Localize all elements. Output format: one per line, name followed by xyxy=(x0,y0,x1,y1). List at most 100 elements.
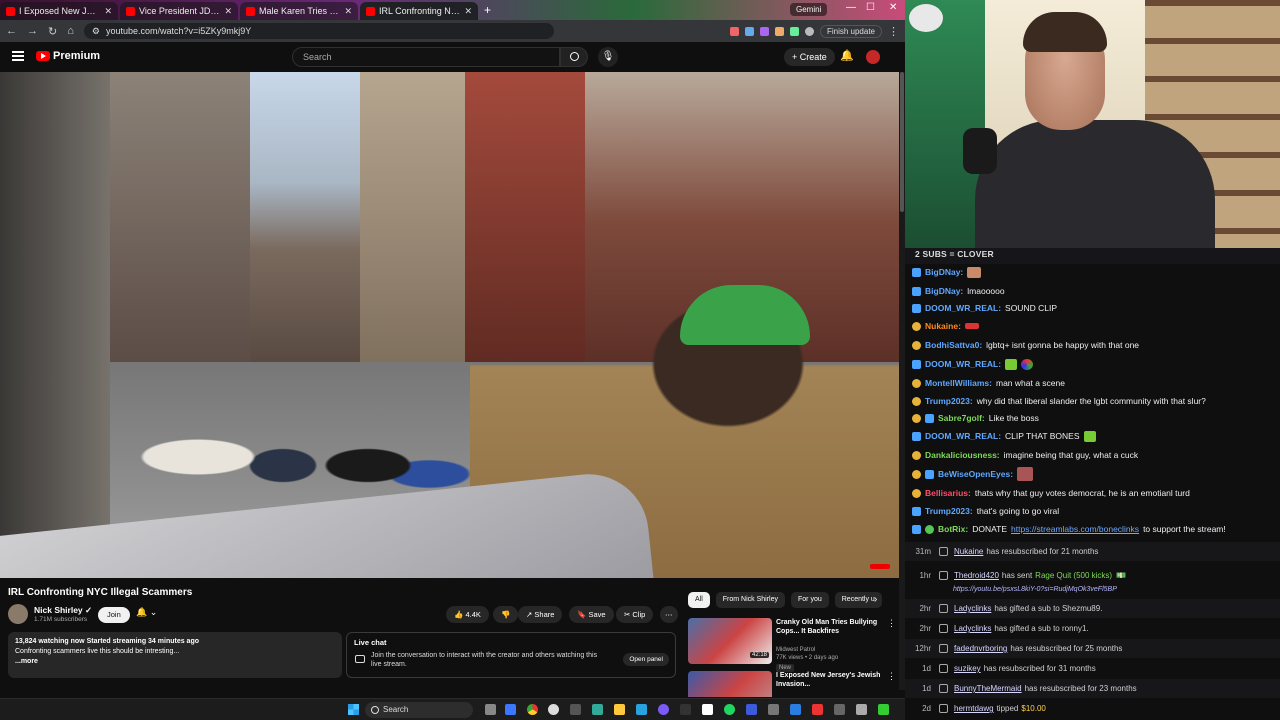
minimize-icon[interactable]: — xyxy=(846,2,856,13)
browser-tab-4-active[interactable]: IRL Confronting NYC Illegal Sc ✕ xyxy=(360,2,478,20)
recommended-video[interactable]: 42:18 Cranky Old Man Tries Bullying Cops… xyxy=(688,618,898,672)
app-icon[interactable] xyxy=(592,704,603,715)
event-link[interactable]: https://youtu.be/psxsL8kiY-0?si=RudjMqOk… xyxy=(953,586,1117,593)
chat-username[interactable]: Bellisarius: xyxy=(925,488,971,498)
browser-menu-icon[interactable]: ⋮ xyxy=(888,25,899,38)
app-icon[interactable] xyxy=(746,704,757,715)
chevron-right-icon[interactable]: › xyxy=(874,594,877,605)
channel-avatar[interactable] xyxy=(8,604,28,624)
chat-username[interactable]: DOOM_WR_REAL: xyxy=(925,359,1001,369)
close-tab-icon[interactable]: ✕ xyxy=(344,6,352,17)
extension-icon[interactable] xyxy=(789,26,799,36)
taskbar-search[interactable]: Search xyxy=(365,702,473,718)
app-icon[interactable] xyxy=(570,704,581,715)
chip-for-you[interactable]: For you xyxy=(791,592,829,608)
extension-icon[interactable] xyxy=(729,26,739,36)
address-bar[interactable]: ⚙ youtube.com/watch?v=i5ZKy9mkj9Y xyxy=(83,23,554,39)
event-username[interactable]: Ladyclinks xyxy=(954,604,991,613)
chat-username[interactable]: BeWiseOpenEyes: xyxy=(938,469,1013,479)
new-tab-icon[interactable]: + xyxy=(484,3,491,17)
app-icon[interactable] xyxy=(680,704,691,715)
task-view-icon[interactable] xyxy=(485,704,496,715)
back-arrow-icon[interactable]: ← xyxy=(6,25,17,37)
chat-username[interactable]: Dankaliciousness: xyxy=(925,450,1000,460)
app-icon[interactable] xyxy=(768,704,779,715)
app-icon[interactable] xyxy=(878,704,889,715)
browser-tab-1[interactable]: I Exposed New Jersey's Jewish ✕ xyxy=(0,2,118,20)
app-icon[interactable] xyxy=(790,704,801,715)
hamburger-menu-icon[interactable] xyxy=(12,51,24,61)
recommended-title[interactable]: Cranky Old Man Tries Bullying Cops... It… xyxy=(776,618,884,636)
finish-update-button[interactable]: Finish update xyxy=(819,24,882,38)
search-icon[interactable] xyxy=(560,47,588,67)
maximize-icon[interactable]: ☐ xyxy=(866,2,875,13)
home-icon[interactable]: ⌂ xyxy=(67,25,74,37)
forward-arrow-icon[interactable]: → xyxy=(27,25,38,37)
edge-icon[interactable] xyxy=(505,704,516,715)
more-actions-icon[interactable]: ⋯ xyxy=(660,606,678,623)
chat-username[interactable]: DOOM_WR_REAL: xyxy=(925,431,1001,441)
browser-tab-2[interactable]: Vice President JD Vance Delive ✕ xyxy=(120,2,238,20)
reload-icon[interactable]: ↻ xyxy=(48,25,57,38)
chat-username[interactable]: Sabre7golf: xyxy=(938,413,985,423)
clip-button[interactable]: ✂ Clip xyxy=(616,606,654,623)
chat-username[interactable]: BigDNay: xyxy=(925,286,963,296)
user-avatar[interactable] xyxy=(866,50,880,64)
close-tab-icon[interactable]: ✕ xyxy=(464,6,472,17)
microphone-icon[interactable]: 🎙 xyxy=(598,47,618,67)
chip-from-nick-shirley[interactable]: From Nick Shirley xyxy=(715,592,786,608)
join-button[interactable]: Join xyxy=(98,607,130,623)
subscription-bell-icon[interactable]: 🔔 ⌄ xyxy=(136,607,157,618)
kebab-menu-icon[interactable]: ⋮ xyxy=(887,618,896,629)
file-explorer-icon[interactable] xyxy=(614,704,625,715)
app-icon[interactable] xyxy=(548,704,559,715)
chat-username[interactable]: MontellWilliams: xyxy=(925,378,992,388)
chat-link[interactable]: https://streamlabs.com/boneclinks xyxy=(1011,524,1139,534)
close-window-icon[interactable]: ✕ xyxy=(889,2,897,13)
description-box[interactable]: 13,824 watching now Started streaming 34… xyxy=(8,632,342,678)
channel-name[interactable]: Nick Shirley ✓ xyxy=(34,605,92,616)
event-username[interactable]: hermtdawg xyxy=(954,704,994,713)
chat-username[interactable]: BotRix: xyxy=(938,524,968,534)
app-icon[interactable] xyxy=(812,704,823,715)
event-username[interactable]: suzikey xyxy=(954,664,981,673)
chat-username[interactable]: Trump2023: xyxy=(925,396,973,406)
app-icon[interactable] xyxy=(834,704,845,715)
create-button[interactable]: + Create xyxy=(784,48,835,66)
discord-icon[interactable] xyxy=(658,704,669,715)
recommended-video[interactable]: I Exposed New Jersey's Jewish Invasion..… xyxy=(688,671,898,697)
share-button[interactable]: ↗ Share xyxy=(518,606,563,623)
kebab-menu-icon[interactable]: ⋮ xyxy=(887,671,896,682)
open-panel-button[interactable]: Open panel xyxy=(623,653,669,666)
chat-username[interactable]: BodhiSattva0: xyxy=(925,340,982,350)
event-username[interactable]: Nukaine xyxy=(954,547,983,556)
chat-username[interactable]: Trump2023: xyxy=(925,506,973,516)
event-username[interactable]: Ladyclinks xyxy=(954,624,991,633)
chat-username[interactable]: DOOM_WR_REAL: xyxy=(925,303,1001,313)
close-tab-icon[interactable]: ✕ xyxy=(224,6,232,17)
extension-icon[interactable] xyxy=(774,26,784,36)
telegram-icon[interactable] xyxy=(636,704,647,715)
browser-tab-3[interactable]: Male Karen Tries Bullying Offic✕ xyxy=(240,2,358,20)
chrome-icon[interactable] xyxy=(527,704,538,715)
recommended-title[interactable]: I Exposed New Jersey's Jewish Invasion..… xyxy=(776,671,884,689)
close-tab-icon[interactable]: ✕ xyxy=(104,6,112,17)
scrollbar-thumb[interactable] xyxy=(900,72,904,212)
spotify-icon[interactable] xyxy=(724,704,735,715)
site-info-icon[interactable]: ⚙ xyxy=(92,26,100,37)
extension-icon[interactable] xyxy=(744,26,754,36)
event-username[interactable]: Thedroid420 xyxy=(954,571,999,580)
profile-avatar[interactable] xyxy=(804,26,814,36)
app-icon[interactable] xyxy=(856,704,867,715)
like-button[interactable]: 👍 4.4K xyxy=(446,606,489,623)
event-username[interactable]: fadednvrboring xyxy=(954,644,1007,653)
youtube-logo[interactable]: Premium xyxy=(36,50,100,62)
chat-username[interactable]: Nukaine: xyxy=(925,321,961,331)
extension-icon[interactable] xyxy=(759,26,769,36)
description-more-link[interactable]: ...more xyxy=(15,657,335,667)
save-button[interactable]: 🔖 Save xyxy=(569,606,614,623)
event-username[interactable]: BunnyTheMermaid xyxy=(954,684,1022,693)
app-icon[interactable] xyxy=(702,704,713,715)
chip-all[interactable]: All xyxy=(688,592,710,608)
search-input[interactable]: Search xyxy=(292,47,560,67)
